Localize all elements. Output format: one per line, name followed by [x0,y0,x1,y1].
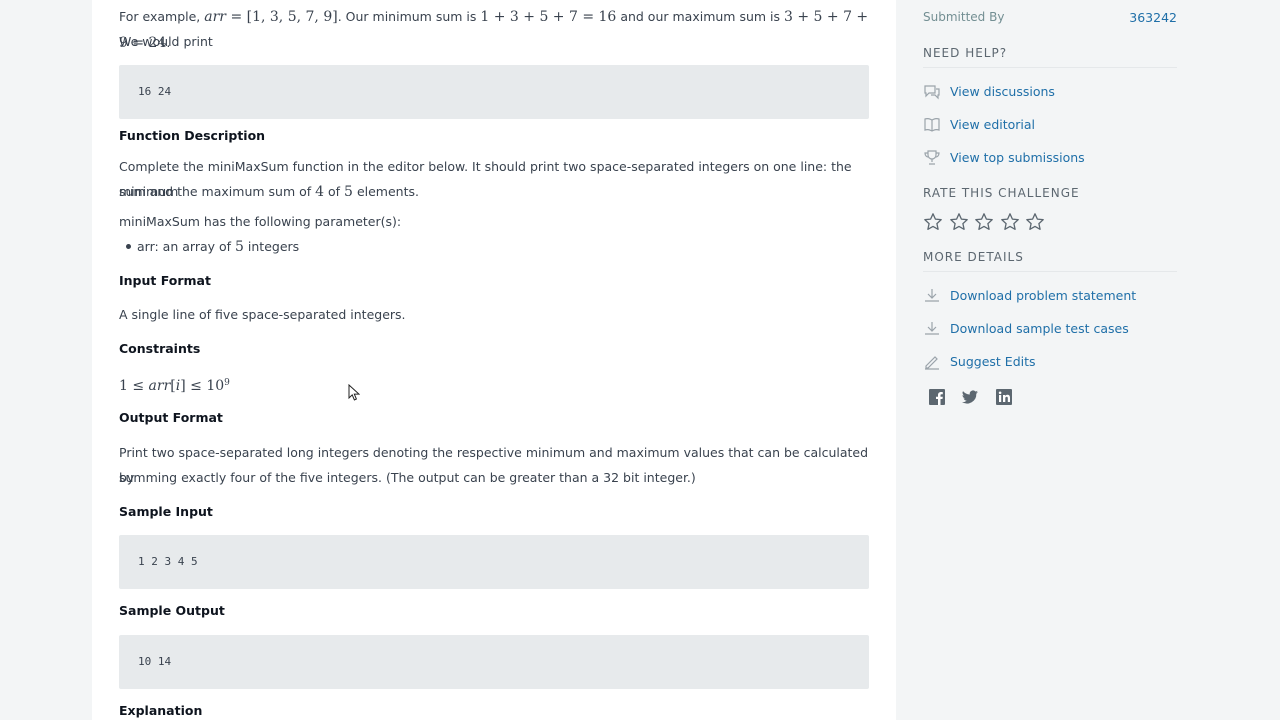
trophy-icon [924,150,940,165]
twitter-icon[interactable] [961,388,979,406]
parameters-intro: miniMaxSum has the following parameter(s… [119,214,402,229]
download-icon [925,322,939,335]
pencil-icon [925,356,939,370]
sample-output-heading: Sample Output [119,603,225,618]
output-format-heading: Output Format [119,410,223,425]
rating-star-icon[interactable] [923,212,943,232]
input-format-heading: Input Format [119,273,211,288]
download-problem-statement-link[interactable]: Download problem statement [950,288,1136,303]
function-description-heading: Function Description [119,128,266,143]
linkedin-icon[interactable] [995,388,1013,406]
suggest-edits-link[interactable]: Suggest Edits [950,354,1036,369]
divider [923,271,1177,272]
parameter-item: arr: an array of 5 integers [137,239,300,255]
rate-challenge-heading: RATE THIS CHALLENGE [923,186,1080,200]
rating-star-icon[interactable] [949,212,969,232]
view-editorial-link[interactable]: View editorial [950,117,1035,132]
more-details-heading: MORE DETAILS [923,250,1024,264]
sample-input-heading: Sample Input [119,504,213,519]
output-format-line-2: summing exactly four of the five integer… [119,470,696,485]
explanation-heading: Explanation [119,703,203,718]
download-sample-test-cases-link[interactable]: Download sample test cases [950,321,1129,336]
rating-star-icon[interactable] [974,212,994,232]
sample-input: 1 2 3 4 5 [138,555,198,568]
problem-panel: For example, arr = [1, 3, 5, 7, 9]. Our … [92,0,896,720]
rating-star-icon[interactable] [1000,212,1020,232]
need-help-heading: NEED HELP? [923,46,1008,60]
facebook-icon[interactable] [928,388,946,406]
function-description-line-2: sum and the maximum sum of 4 of 5 elemen… [119,184,419,200]
rating-star-icon[interactable] [1025,212,1045,232]
mouse-cursor-icon [348,384,360,401]
input-format-text: A single line of five space-separated in… [119,307,406,322]
download-icon [925,289,939,302]
example-output-block: 16 24 [119,65,869,119]
sample-output: 10 14 [138,655,172,668]
view-top-submissions-link[interactable]: View top submissions [950,150,1085,165]
bullet-icon [126,244,131,249]
view-discussions-link[interactable]: View discussions [950,84,1055,99]
constraint-expression: 1 ≤ arr[i] ≤ 109 [119,378,230,395]
divider [923,67,1177,68]
submitted-by-label: Submitted By [923,10,1005,24]
sample-output-block: 10 14 [119,635,869,689]
example-line-2: We would print [119,34,213,49]
discussions-icon [924,85,940,100]
editorial-book-icon [924,117,940,132]
example-output: 16 24 [138,85,172,98]
constraints-heading: Constraints [119,341,201,356]
submitted-by-user-link[interactable]: 363242 [1129,10,1177,25]
sample-input-block: 1 2 3 4 5 [119,535,869,589]
